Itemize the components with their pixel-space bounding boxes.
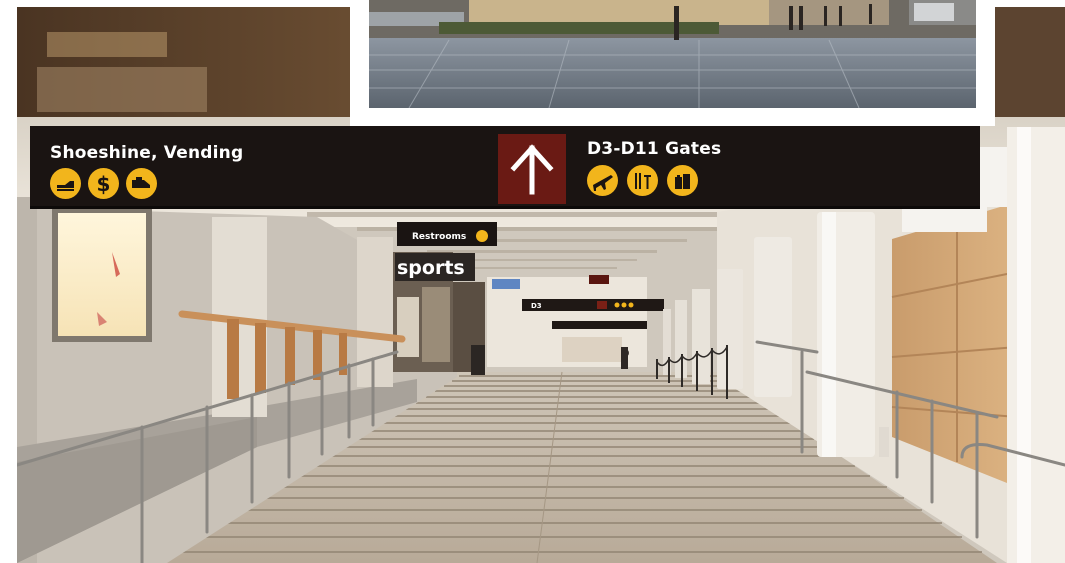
shopping-icon bbox=[667, 165, 698, 196]
gate-sign-label: D3 bbox=[531, 302, 542, 310]
inset-photo-frame bbox=[350, 0, 995, 126]
svg-text:$: $ bbox=[97, 172, 111, 196]
dollar-icon: $ bbox=[88, 168, 119, 199]
sign-left-label: Shoeshine, Vending bbox=[50, 143, 244, 163]
sign-right-label: D3-D11 Gates bbox=[587, 139, 722, 159]
airplane-icon bbox=[587, 165, 618, 196]
restrooms-sign-label: Restrooms bbox=[412, 232, 466, 242]
inset-photo bbox=[369, 0, 976, 108]
store-sign-label: sports bbox=[397, 257, 465, 279]
restaurant-icon bbox=[627, 165, 658, 196]
shoeshine-icon bbox=[50, 168, 81, 199]
overhead-directional-sign: Shoeshine, Vending $ D3-D11 Gates bbox=[30, 126, 980, 209]
vending-icon bbox=[126, 168, 157, 199]
up-arrow-icon bbox=[498, 134, 566, 204]
